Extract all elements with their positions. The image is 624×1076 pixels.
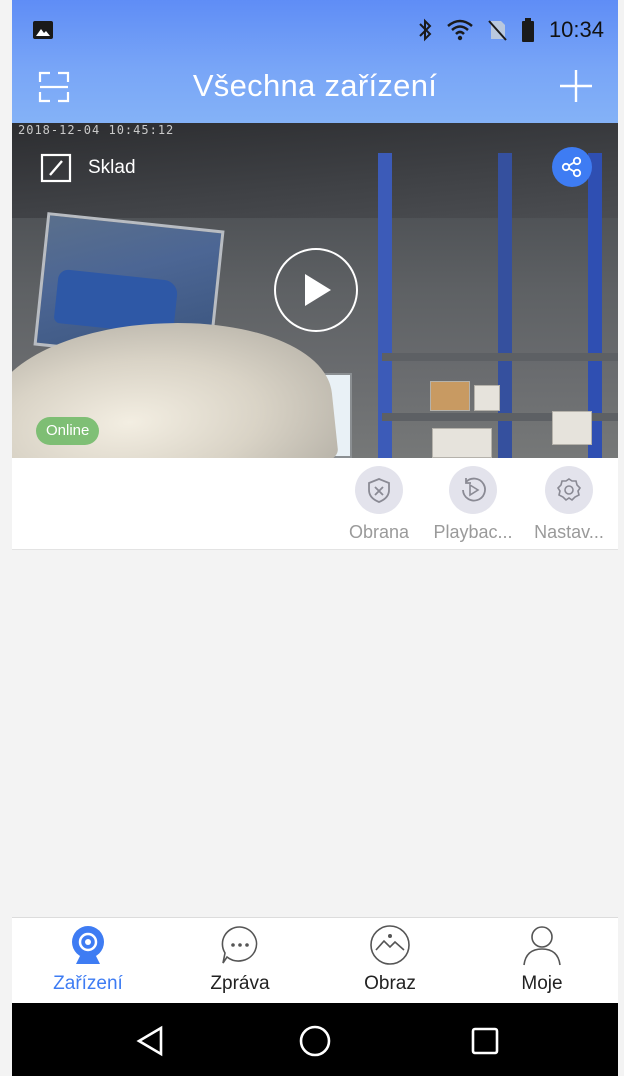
defense-label: Obrana [348,522,410,542]
app-frame: 10:34 Všechna zařízení 2018-12-04 10:45:… [12,0,618,1076]
settings-button[interactable]: Nastav... [526,466,612,543]
no-sim-icon [488,20,507,41]
tab-profile-label: Moje [521,973,563,994]
bluetooth-icon [419,18,432,42]
gallery-notification-icon [33,21,53,39]
system-navigation-bar [12,1003,618,1076]
tab-messages-label: Zpráva [210,973,270,994]
tab-images-label: Obraz [364,973,416,994]
settings-icon [556,478,582,502]
camera-name: Sklad [88,157,136,178]
back-icon [136,1025,163,1057]
status-bar: 10:34 [12,0,618,58]
scene-box [432,428,492,458]
battery-icon [521,18,534,42]
recents-icon [471,1027,499,1055]
camera-icon [72,926,104,964]
camera-title: Sklad [40,153,136,183]
tab-devices-label: Zařízení [53,973,123,994]
add-device-icon[interactable] [558,68,594,104]
message-icon [221,926,258,964]
playback-icon [462,477,486,502]
tab-messages[interactable]: Zpráva [180,922,300,995]
play-button[interactable] [274,248,358,332]
app-bar: Všechna zařízení [12,58,618,123]
defense-button[interactable]: Obrana [336,466,422,543]
image-icon [370,925,410,965]
status-badge: Online [36,417,100,445]
home-button[interactable] [297,1023,333,1059]
share-icon [561,156,582,178]
tab-devices[interactable]: Zařízení [28,922,148,995]
app-header: 10:34 Všechna zařízení [12,0,618,123]
shield-x-icon [368,478,390,503]
video-timestamp: 2018-12-04 10:45:12 [18,123,175,137]
scene-box [474,385,500,411]
recents-button[interactable] [467,1023,503,1059]
scene-shelf [382,353,618,361]
playback-label: Playbac... [433,522,513,542]
clock: 10:34 [548,17,604,42]
share-button[interactable] [552,147,592,187]
edit-name-icon[interactable] [40,153,72,183]
bottom-tab-bar: Zařízení Zpráva Obraz Moje [12,917,618,1003]
playback-button[interactable]: Playbac... [430,466,516,543]
back-button[interactable] [132,1023,168,1059]
scene-box [430,381,470,411]
camera-actions: Obrana Playbac... Nastav... [12,458,618,550]
tab-images[interactable]: Obraz [330,922,450,995]
camera-preview[interactable]: 2018-12-04 10:45:12 Sklad Online [12,123,618,458]
scene-box [552,411,592,445]
settings-label: Nastav... [534,522,604,542]
page-title: Všechna zařízení [192,68,438,103]
home-icon [299,1025,331,1057]
tab-profile[interactable]: Moje [482,922,602,995]
user-icon [523,926,561,966]
wifi-icon [447,19,473,41]
play-icon [305,274,331,306]
